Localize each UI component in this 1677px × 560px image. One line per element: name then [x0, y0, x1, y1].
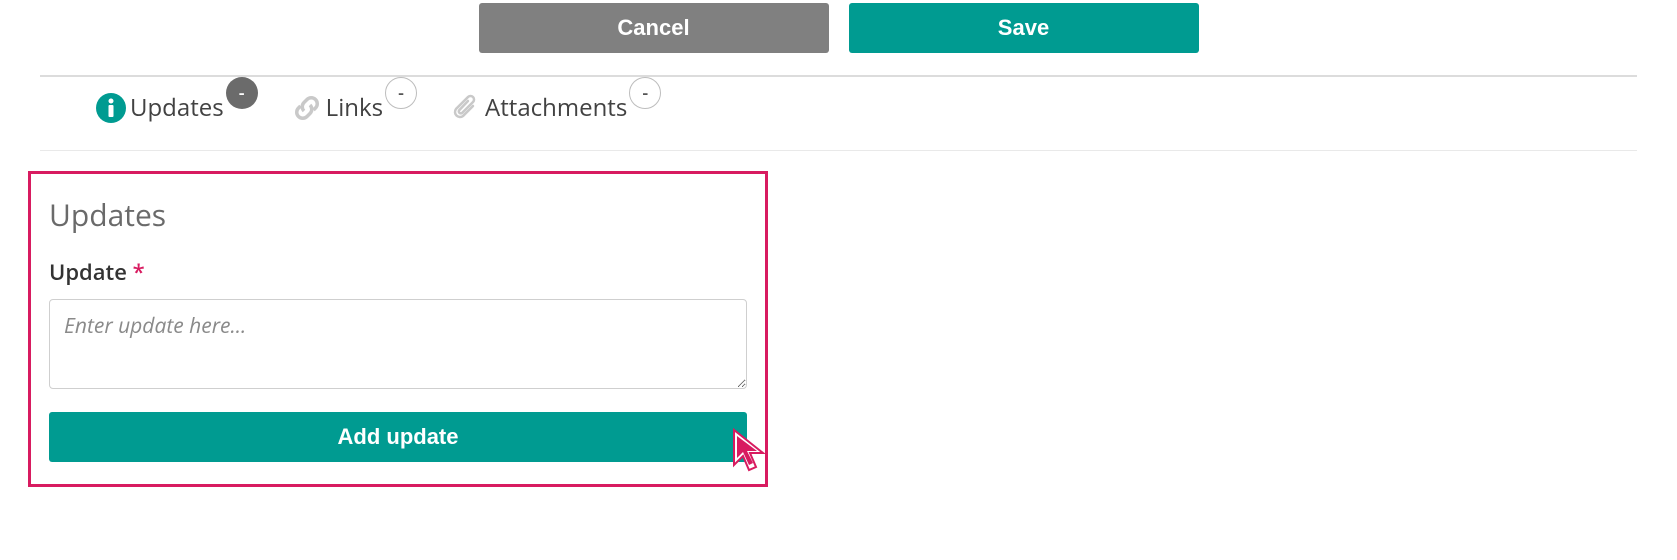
info-icon — [96, 93, 126, 123]
paperclip-icon — [451, 93, 481, 123]
save-button[interactable]: Save — [849, 3, 1199, 53]
tab-links-badge: - — [385, 77, 417, 109]
content-area: Updates Update * Add update — [0, 151, 1677, 507]
tab-updates[interactable]: Updates - — [96, 91, 258, 124]
update-field-label-text: Update — [49, 257, 127, 287]
tab-bar: Updates - Links - Attachments - — [40, 77, 1637, 151]
required-indicator: * — [133, 257, 145, 287]
link-icon — [292, 93, 322, 123]
tab-links-label: Links — [326, 91, 383, 124]
updates-panel-title: Updates — [49, 194, 747, 235]
tab-attachments-label: Attachments — [485, 91, 627, 124]
update-field-label: Update * — [49, 257, 747, 287]
top-action-bar: Cancel Save — [0, 0, 1677, 75]
tab-updates-label: Updates — [130, 91, 224, 124]
tab-links[interactable]: Links - — [292, 91, 417, 124]
updates-panel: Updates Update * Add update — [28, 171, 768, 487]
cancel-button[interactable]: Cancel — [479, 3, 829, 53]
tab-attachments-badge: - — [629, 77, 661, 109]
update-textarea[interactable] — [49, 299, 747, 389]
tab-updates-badge: - — [226, 77, 258, 109]
add-update-button[interactable]: Add update — [49, 412, 747, 462]
tab-attachments[interactable]: Attachments - — [451, 91, 661, 124]
